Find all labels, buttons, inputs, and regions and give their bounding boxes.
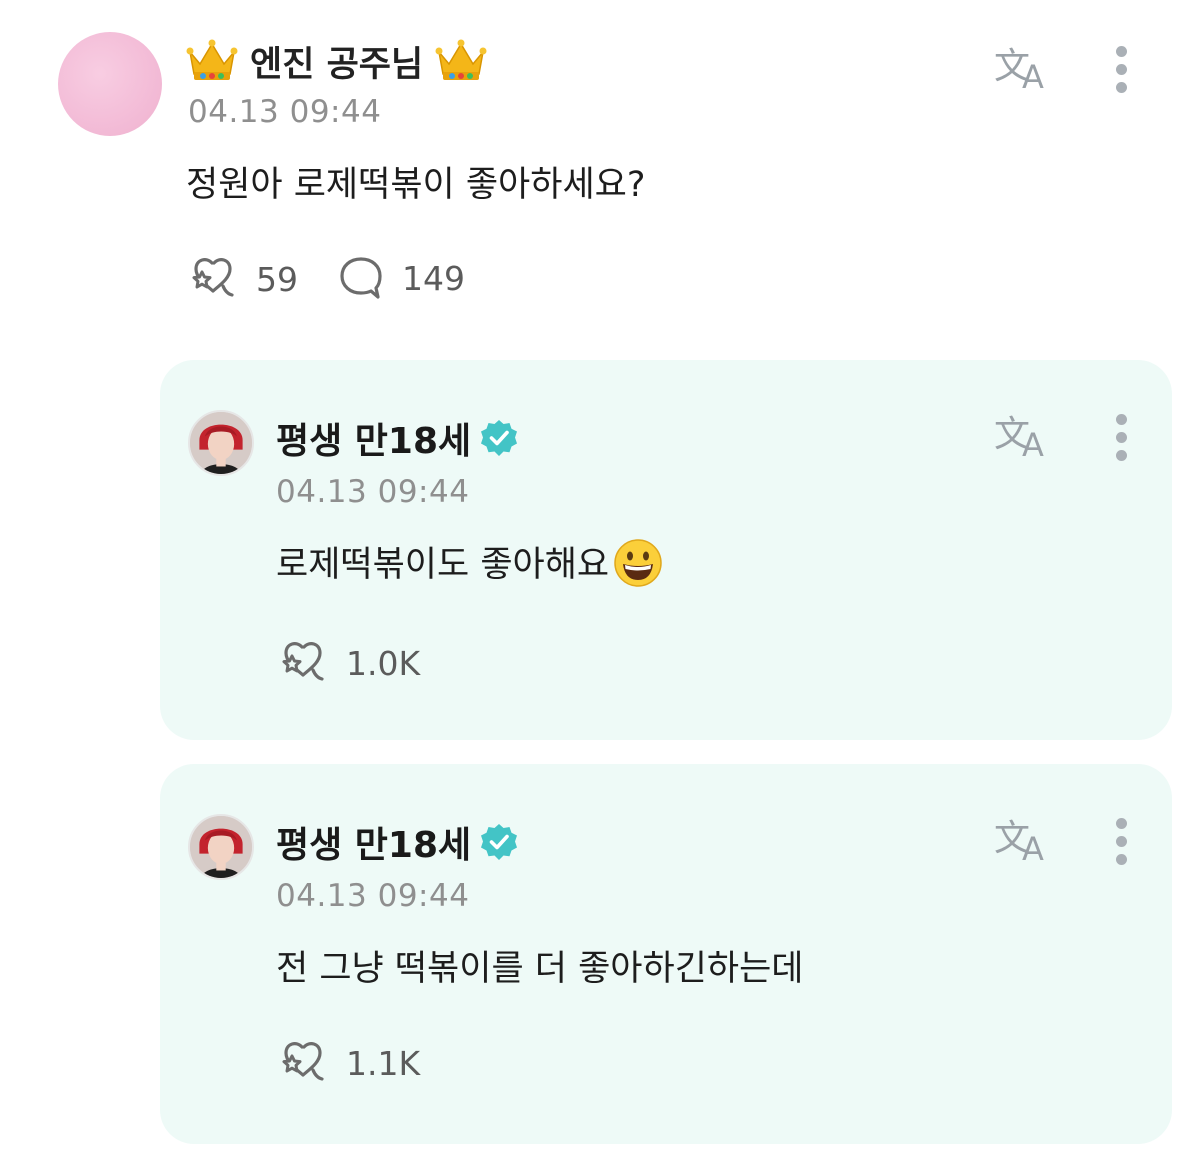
reply-card: 평생 만18세 04.13 09:44 로제떡볶이도 좋아해요 1.0K 文 A [160, 360, 1172, 740]
like-button[interactable]: 1.1K [278, 1038, 420, 1088]
reply-author[interactable]: 평생 만18세 [276, 414, 519, 462]
reply-author-name: 평생 만18세 [276, 421, 472, 462]
heart-star-icon [282, 642, 324, 681]
reply-author-name: 평생 만18세 [276, 825, 472, 866]
svg-text:A: A [1022, 58, 1044, 92]
avatar[interactable] [188, 814, 254, 880]
reply-timestamp: 04.13 09:44 [276, 474, 470, 510]
more-options-icon[interactable] [1114, 414, 1128, 462]
comment-count: 149 [402, 258, 465, 298]
reply-text: 로제떡볶이도 좋아해요 [276, 536, 663, 588]
like-button[interactable]: 59 [188, 254, 298, 304]
translate-icon[interactable]: 文 A [994, 410, 1056, 460]
reply-author[interactable]: 평생 만18세 [276, 818, 519, 866]
post-author[interactable]: 엔진 공주님 [186, 36, 487, 86]
translate-icon[interactable]: 文 A [994, 814, 1056, 864]
reply-card: 평생 만18세 04.13 09:44 전 그냥 떡볶이를 더 좋아하긴하는데 … [160, 764, 1172, 1144]
more-options-icon[interactable] [1114, 818, 1128, 866]
comment-button[interactable]: 149 [338, 254, 465, 302]
like-count: 59 [256, 259, 298, 299]
heart-star-icon [192, 258, 234, 297]
reply-text-content: 로제떡볶이도 좋아해요 [276, 545, 610, 585]
heart-star-icon [282, 1042, 324, 1081]
grinning-face-icon [613, 538, 663, 588]
main-post: 엔진 공주님 04.13 09:44 정원아 로제떡볶이 좋아하세요? 59 1… [0, 0, 1200, 340]
reply-timestamp: 04.13 09:44 [276, 878, 470, 914]
like-count: 1.0K [346, 643, 421, 683]
like-button[interactable]: 1.0K [278, 638, 420, 688]
crown-icon [435, 38, 487, 84]
verified-badge-icon [479, 822, 519, 862]
more-options-icon[interactable] [1114, 46, 1128, 94]
post-text: 정원아 로제떡볶이 좋아하세요? [186, 165, 646, 205]
svg-text:A: A [1022, 830, 1044, 864]
comment-bubble-icon [340, 257, 382, 299]
post-timestamp: 04.13 09:44 [188, 94, 382, 130]
reply-text: 전 그냥 떡볶이를 더 좋아하긴하는데 [276, 949, 804, 989]
crown-icon [186, 38, 238, 84]
avatar[interactable] [58, 32, 162, 136]
svg-text:A: A [1022, 426, 1044, 460]
verified-badge-icon [479, 418, 519, 458]
translate-icon[interactable]: 文 A [994, 42, 1056, 92]
like-count: 1.1K [346, 1043, 421, 1083]
avatar[interactable] [188, 410, 254, 476]
post-author-name: 엔진 공주님 [250, 44, 424, 85]
